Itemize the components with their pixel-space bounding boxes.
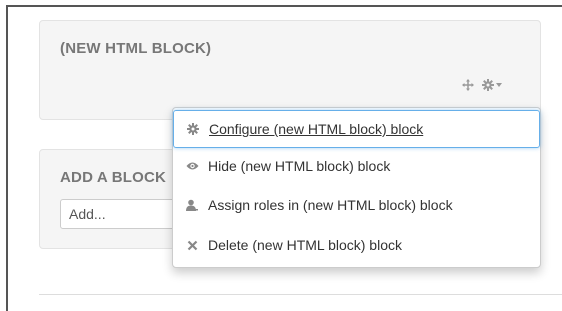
gear-icon — [482, 79, 494, 91]
add-block-select[interactable]: Add... — [60, 199, 180, 229]
html-block: (NEW HTML BLOCK) — [39, 20, 541, 120]
block-controls — [462, 79, 502, 91]
move-icon[interactable] — [462, 79, 474, 91]
menu-item-delete[interactable]: Delete (new HTML block) block — [173, 226, 540, 264]
user-icon — [185, 198, 199, 212]
eye-icon — [185, 159, 199, 173]
delete-x-icon — [185, 238, 199, 252]
html-block-title: (NEW HTML BLOCK) — [60, 40, 212, 57]
caret-down-icon — [496, 83, 502, 87]
divider — [39, 294, 562, 295]
menu-item-label: Hide (new HTML block) block — [208, 158, 391, 174]
menu-item-label: Delete (new HTML block) block — [208, 237, 402, 253]
menu-item-configure[interactable]: Configure (new HTML block) block — [173, 110, 540, 148]
menu-item-label: Configure (new HTML block) block — [209, 121, 424, 137]
menu-item-hide[interactable]: Hide (new HTML block) block — [173, 147, 540, 185]
menu-item-assign-roles[interactable]: Assign roles in (new HTML block) block — [173, 186, 540, 224]
menu-item-label: Assign roles in (new HTML block) block — [208, 197, 453, 213]
block-action-menu: Configure (new HTML block) block Hide (n… — [172, 107, 541, 268]
add-block-title: ADD A BLOCK — [60, 169, 167, 186]
gear-icon — [186, 122, 200, 136]
block-actions-toggle[interactable] — [482, 79, 502, 91]
